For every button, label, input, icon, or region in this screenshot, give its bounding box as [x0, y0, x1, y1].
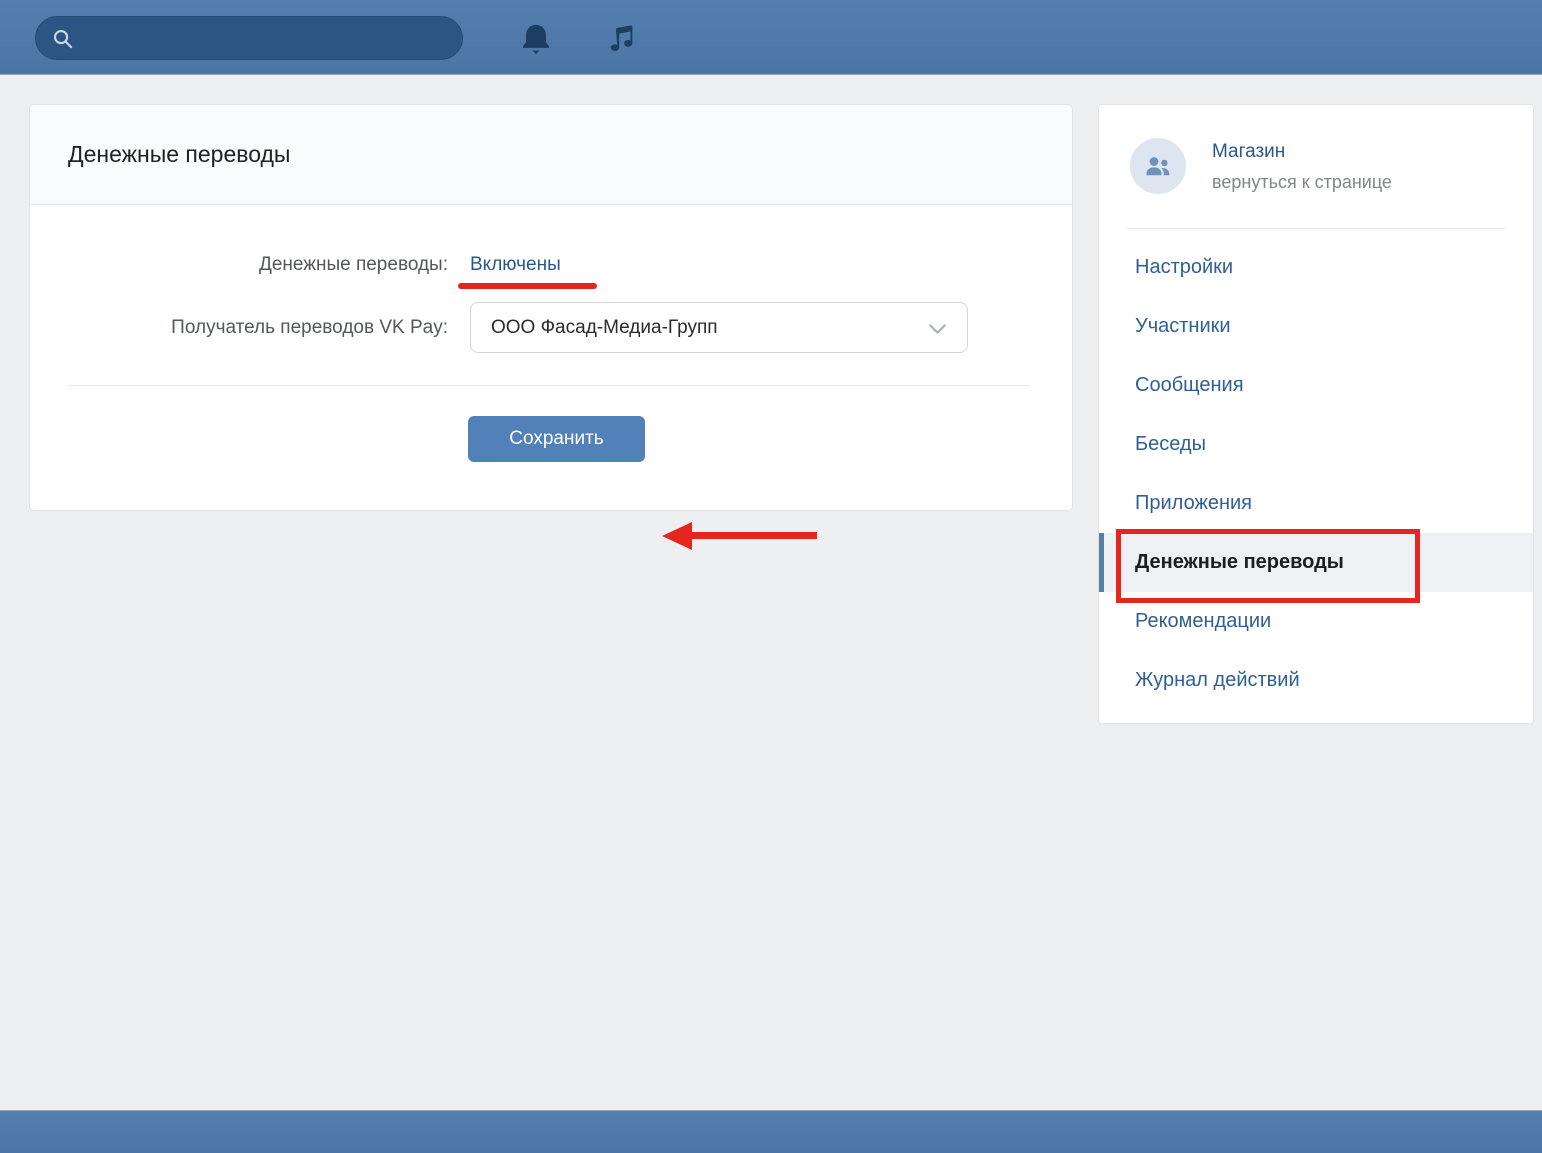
sidebar-item-6[interactable]: Рекомендации: [1099, 592, 1533, 651]
sidebar-item-2[interactable]: Сообщения: [1099, 356, 1533, 415]
vk-pay-recipient-value: ООО Фасад-Медиа-Групп: [491, 317, 718, 338]
sidebar-menu: Настройки Участники Сообщения Беседы При…: [1099, 238, 1533, 710]
sidebar-item-label: Настройки: [1135, 256, 1233, 278]
red-arrow-annotation: [662, 522, 848, 550]
chevron-down-icon: [925, 316, 950, 341]
search-icon: [51, 27, 74, 50]
bell-icon: [519, 22, 553, 56]
search-input[interactable]: [74, 17, 462, 59]
sidebar-item-label: Денежные переводы: [1135, 551, 1344, 573]
sidebar-item-1[interactable]: Участники: [1099, 297, 1533, 356]
community-avatar[interactable]: [1130, 138, 1186, 194]
money-transfers-panel: Денежные переводы Денежные переводы: Вкл…: [30, 105, 1072, 510]
red-arrow-head: [662, 522, 692, 550]
community-people-icon: [1142, 150, 1174, 182]
notifications-button[interactable]: [518, 21, 554, 57]
form-divider: [68, 385, 1030, 386]
sidebar-item-label: Приложения: [1135, 492, 1252, 514]
music-button[interactable]: [604, 21, 640, 57]
sidebar-item-5-active[interactable]: Денежные переводы: [1099, 533, 1533, 592]
sidebar-item-0[interactable]: Настройки: [1099, 238, 1533, 297]
sidebar-item-label: Журнал действий: [1135, 669, 1300, 691]
vk-pay-recipient-select[interactable]: ООО Фасад-Медиа-Групп: [470, 302, 968, 353]
back-to-page-link[interactable]: вернуться к странице: [1212, 172, 1392, 193]
sidebar-item-label: Беседы: [1135, 433, 1206, 455]
transfers-status-label: Денежные переводы:: [30, 252, 448, 278]
sidebar-item-3[interactable]: Беседы: [1099, 415, 1533, 474]
sidebar-item-7[interactable]: Журнал действий: [1099, 651, 1533, 710]
sidebar-divider: [1127, 228, 1505, 229]
recipient-label: Получатель переводов VK Pay:: [30, 315, 448, 341]
community-name-link[interactable]: Магазин: [1212, 141, 1392, 163]
red-arrow-shaft: [690, 532, 817, 539]
sidebar-item-label: Сообщения: [1135, 374, 1244, 396]
search-field: [35, 16, 463, 60]
save-button[interactable]: Сохранить: [468, 416, 645, 462]
sidebar-item-label: Рекомендации: [1135, 610, 1271, 632]
bottom-bar: [0, 1110, 1542, 1153]
red-underline-annotation: [458, 283, 597, 289]
panel-header: Денежные переводы: [30, 105, 1072, 205]
community-profile-texts: Магазин вернуться к странице: [1212, 138, 1392, 193]
top-navigation-bar: [0, 0, 1542, 75]
music-note-icon: [605, 22, 639, 56]
page-title: Денежные переводы: [68, 141, 290, 168]
community-profile-block: Магазин вернуться к странице: [1099, 105, 1533, 194]
sidebar-item-label: Участники: [1135, 315, 1231, 337]
sidebar: Магазин вернуться к странице Настройки У…: [1099, 105, 1533, 723]
transfers-status-link[interactable]: Включены: [470, 252, 561, 278]
sidebar-item-4[interactable]: Приложения: [1099, 474, 1533, 533]
panel-body: Денежные переводы: Включены Получатель п…: [30, 205, 1072, 509]
